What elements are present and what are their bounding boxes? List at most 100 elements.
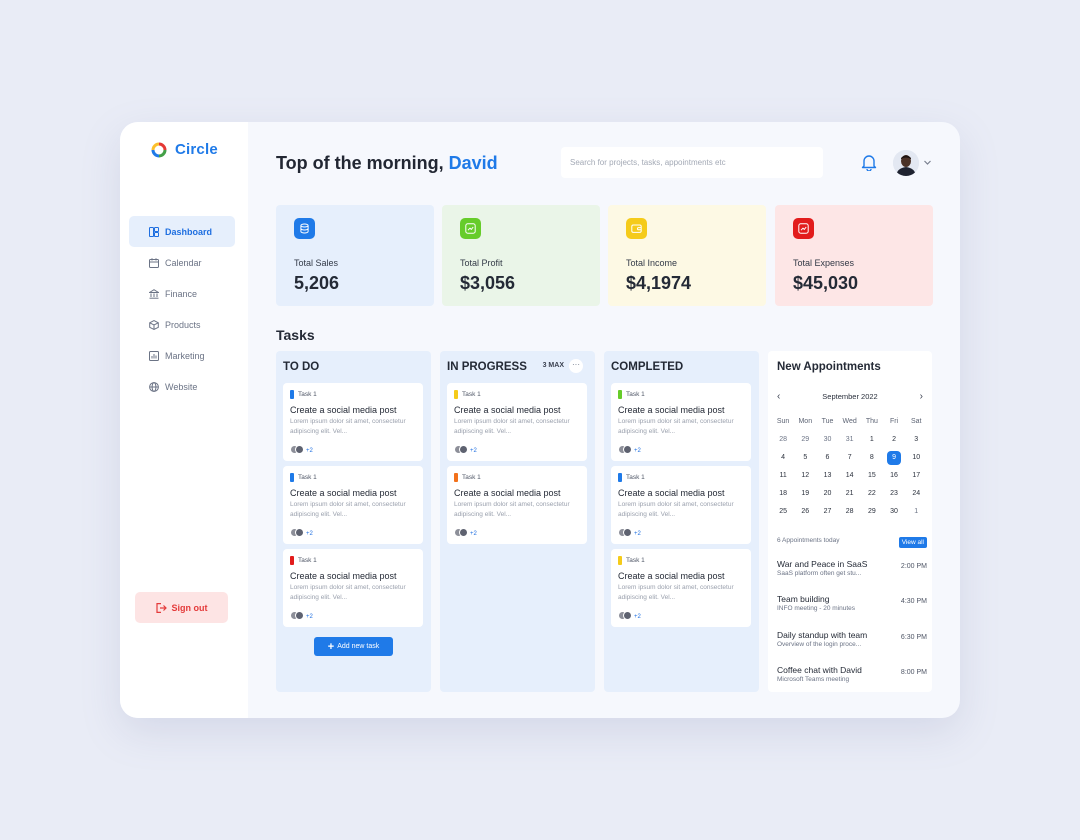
task-card[interactable]: Task 1 Create a social media post Lorem …: [283, 466, 423, 544]
sidebar-item-products[interactable]: Products: [129, 309, 235, 340]
task-tag: Task 1: [290, 473, 317, 482]
calendar-day[interactable]: 3: [905, 433, 927, 451]
chevron-right-icon[interactable]: ›: [920, 391, 923, 402]
calendar-day[interactable]: 18: [772, 487, 794, 505]
stat-card-total-income[interactable]: Total Income $4,1974: [608, 205, 766, 306]
calendar-day[interactable]: 12: [794, 469, 816, 487]
task-description: Lorem ipsum dolor sit amet, consectetur …: [618, 501, 734, 518]
greeting-text: Top of the morning,: [276, 153, 449, 173]
calendar-day[interactable]: 26: [794, 505, 816, 523]
calendar-day[interactable]: 16: [883, 469, 905, 487]
assignees[interactable]: +2: [290, 445, 313, 454]
logo[interactable]: Circle: [151, 141, 218, 158]
calendar-week: 4 5 6 7 8 9 10: [772, 451, 928, 469]
assignees[interactable]: +2: [290, 611, 313, 620]
sidebar-item-marketing[interactable]: Marketing: [129, 340, 235, 371]
calendar-day[interactable]: 5: [794, 451, 816, 469]
assignees[interactable]: +2: [454, 445, 477, 454]
calendar-header: ‹ September 2022 ›: [777, 391, 923, 403]
add-new-task-button[interactable]: + Add new task: [314, 637, 393, 656]
search-input[interactable]: [561, 147, 823, 178]
appointment-item[interactable]: Coffee chat with David Microsoft Teams m…: [777, 665, 927, 691]
appointments-title: New Appointments: [777, 361, 881, 373]
task-title: Create a social media post: [290, 405, 397, 415]
calendar-day[interactable]: 21: [839, 487, 861, 505]
sidebar-item-label: Dashboard: [165, 226, 213, 237]
task-column-todo: TO DO Task 1 Create a social media post …: [276, 351, 431, 692]
calendar-day[interactable]: 8: [861, 451, 883, 469]
stat-card-total-profit[interactable]: Total Profit $3,056: [442, 205, 600, 306]
task-description: Lorem ipsum dolor sit amet, consectetur …: [618, 584, 734, 601]
calendar-day[interactable]: 20: [816, 487, 838, 505]
calendar-day[interactable]: 14: [839, 469, 861, 487]
calendar-day[interactable]: 19: [794, 487, 816, 505]
calendar-day[interactable]: 30: [816, 433, 838, 451]
calendar-day[interactable]: 10: [905, 451, 927, 469]
calendar-day[interactable]: 1: [905, 505, 927, 523]
bell-icon[interactable]: [861, 153, 877, 171]
calendar-day[interactable]: 11: [772, 469, 794, 487]
sidebar-item-calendar[interactable]: Calendar: [129, 247, 235, 278]
calendar-weekday: Sat: [910, 418, 922, 425]
sidebar-item-finance[interactable]: Finance: [129, 278, 235, 309]
avatar[interactable]: [893, 150, 919, 176]
sidebar-item-dashboard[interactable]: Dashboard: [129, 216, 235, 247]
task-title: Create a social media post: [454, 405, 561, 415]
calendar-day[interactable]: 2: [883, 433, 905, 451]
task-card[interactable]: Task 1 Create a social media post Lorem …: [447, 383, 587, 461]
calendar-day[interactable]: 29: [861, 505, 883, 523]
chevron-down-icon[interactable]: [923, 158, 932, 167]
calendar-day[interactable]: 29: [794, 433, 816, 451]
stat-value: $45,030: [793, 273, 859, 293]
appointment-item[interactable]: Team building INFO meeting - 20 minutes …: [777, 594, 927, 620]
stat-label: Total Income: [626, 258, 678, 268]
assignees[interactable]: +2: [454, 528, 477, 537]
assignees[interactable]: +2: [290, 528, 313, 537]
task-card[interactable]: Task 1 Create a social media post Lorem …: [447, 466, 587, 544]
task-description: Lorem ipsum dolor sit amet, consectetur …: [454, 501, 570, 518]
assignees[interactable]: +2: [618, 528, 641, 537]
more-icon[interactable]: ···: [569, 359, 583, 373]
appointment-subtitle: INFO meeting - 20 minutes: [777, 605, 856, 612]
appointment-title: War and Peace in SaaS: [777, 559, 868, 569]
calendar-day[interactable]: 27: [816, 505, 838, 523]
calendar-day[interactable]: 30: [883, 505, 905, 523]
calendar-day[interactable]: 28: [839, 505, 861, 523]
appointment-item[interactable]: War and Peace in SaaS SaaS platform ofte…: [777, 559, 927, 585]
calendar-day[interactable]: 7: [839, 451, 861, 469]
calendar-day[interactable]: 1: [861, 433, 883, 451]
task-title: Create a social media post: [618, 405, 725, 415]
stat-card-total-expenses[interactable]: Total Expenses $45,030: [775, 205, 933, 306]
assignees[interactable]: +2: [618, 445, 641, 454]
task-card[interactable]: Task 1 Create a social media post Lorem …: [611, 466, 751, 544]
task-card[interactable]: Task 1 Create a social media post Lorem …: [283, 383, 423, 461]
task-card[interactable]: Task 1 Create a social media post Lorem …: [611, 549, 751, 627]
calendar-day[interactable]: 25: [772, 505, 794, 523]
assignees[interactable]: +2: [618, 611, 641, 620]
calendar-day[interactable]: 15: [861, 469, 883, 487]
view-all-button[interactable]: View all: [898, 537, 927, 548]
appointment-item[interactable]: Daily standup with team Overview of the …: [777, 630, 927, 656]
plus-icon: +: [327, 640, 335, 653]
calendar-weekday: Thu: [865, 418, 878, 425]
sidebar-item-website[interactable]: Website: [129, 371, 235, 402]
stat-card-total-sales[interactable]: Total Sales 5,206: [276, 205, 434, 306]
sign-out-button[interactable]: Sign out: [135, 592, 228, 623]
task-card[interactable]: Task 1 Create a social media post Lorem …: [611, 383, 751, 461]
calendar-day[interactable]: 22: [861, 487, 883, 505]
calendar-day[interactable]: 31: [839, 433, 861, 451]
wallet-icon: [626, 218, 647, 239]
calendar-day[interactable]: 28: [772, 433, 794, 451]
calendar-day[interactable]: 23: [883, 487, 905, 505]
calendar-day[interactable]: 6: [816, 451, 838, 469]
calendar-day[interactable]: 4: [772, 451, 794, 469]
app-window: Circle Dashboard Calendar Finance Produc…: [120, 122, 960, 718]
calendar-week: 25 26 27 28 29 30 1: [772, 505, 928, 523]
column-title: IN PROGRESS: [447, 361, 527, 373]
calendar-day-selected[interactable]: 9: [883, 451, 905, 469]
task-card[interactable]: Task 1 Create a social media post Lorem …: [283, 549, 423, 627]
calendar-day[interactable]: 24: [905, 487, 927, 505]
calendar-day[interactable]: 17: [905, 469, 927, 487]
calendar-day[interactable]: 13: [816, 469, 838, 487]
appointment-time: 2:00 PM: [900, 563, 927, 570]
